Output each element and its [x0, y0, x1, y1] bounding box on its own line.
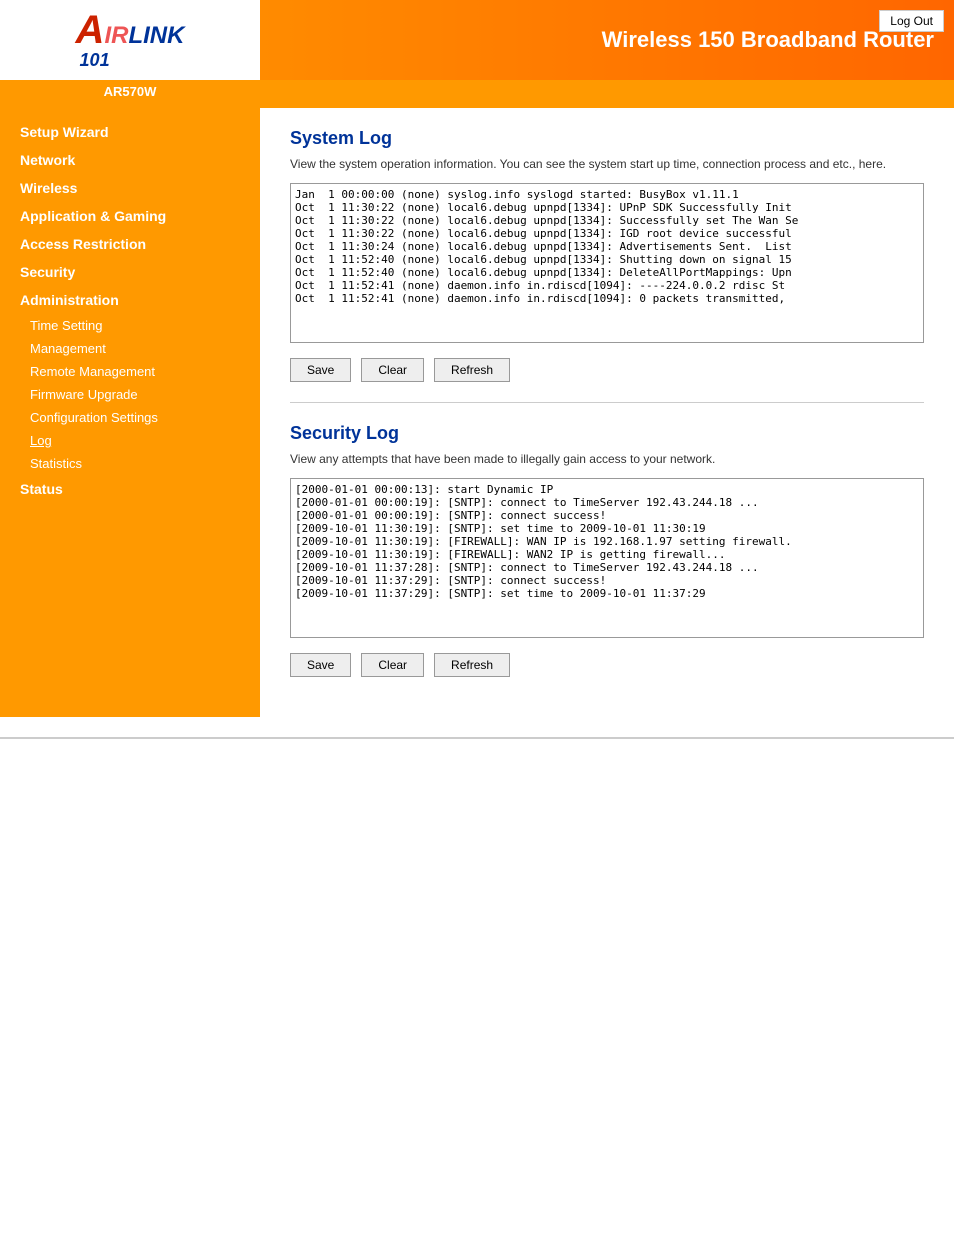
system-log-buttons: Save Clear Refresh	[290, 358, 924, 382]
sidebar-sub-firmware-upgrade[interactable]: Firmware Upgrade	[0, 383, 260, 406]
footer-line	[0, 737, 954, 739]
security-log-clear-button[interactable]: Clear	[361, 653, 424, 677]
sidebar-sub-log[interactable]: Log	[0, 429, 260, 452]
sidebar-sub-management[interactable]: Management	[0, 337, 260, 360]
security-log-buttons: Save Clear Refresh	[290, 653, 924, 677]
security-log-desc: View any attempts that have been made to…	[290, 452, 924, 466]
content-area: System Log View the system operation inf…	[260, 108, 954, 717]
system-log-refresh-button[interactable]: Refresh	[434, 358, 510, 382]
sidebar-item-access-restriction[interactable]: Access Restriction	[0, 230, 260, 258]
security-log-title: Security Log	[290, 423, 924, 444]
logout-button[interactable]: Log Out	[879, 10, 944, 32]
sidebar-item-security[interactable]: Security	[0, 258, 260, 286]
sidebar-sub-statistics[interactable]: Statistics	[0, 452, 260, 475]
logo-area: AIRLINK 101	[0, 0, 260, 80]
sidebar-item-status[interactable]: Status	[0, 475, 260, 503]
sidebar: Setup Wizard Network Wireless Applicatio…	[0, 108, 260, 717]
system-log-save-button[interactable]: Save	[290, 358, 351, 382]
main-layout: Setup Wizard Network Wireless Applicatio…	[0, 108, 954, 717]
security-log-save-button[interactable]: Save	[290, 653, 351, 677]
security-log-section: Security Log View any attempts that have…	[290, 423, 924, 677]
sidebar-item-network[interactable]: Network	[0, 146, 260, 174]
security-log-textarea[interactable]	[290, 478, 924, 638]
sidebar-sub-configuration-settings[interactable]: Configuration Settings	[0, 406, 260, 429]
sidebar-item-administration[interactable]: Administration	[0, 286, 260, 314]
system-log-desc: View the system operation information. Y…	[290, 157, 924, 171]
header: AIRLINK 101 Wireless 150 Broadband Route…	[0, 0, 954, 80]
section-divider	[290, 402, 924, 403]
security-log-refresh-button[interactable]: Refresh	[434, 653, 510, 677]
logo: AIRLINK 101	[76, 10, 185, 71]
header-title: Wireless 150 Broadband Router	[260, 27, 954, 53]
model-bar: AR570W	[0, 80, 260, 108]
sidebar-item-wireless[interactable]: Wireless	[0, 174, 260, 202]
system-log-title: System Log	[290, 128, 924, 149]
sidebar-item-setup-wizard[interactable]: Setup Wizard	[0, 118, 260, 146]
sidebar-sub-time-setting[interactable]: Time Setting	[0, 314, 260, 337]
sidebar-sub-remote-management[interactable]: Remote Management	[0, 360, 260, 383]
sidebar-item-app-gaming[interactable]: Application & Gaming	[0, 202, 260, 230]
system-log-textarea[interactable]	[290, 183, 924, 343]
system-log-clear-button[interactable]: Clear	[361, 358, 424, 382]
system-log-section: System Log View the system operation inf…	[290, 128, 924, 382]
